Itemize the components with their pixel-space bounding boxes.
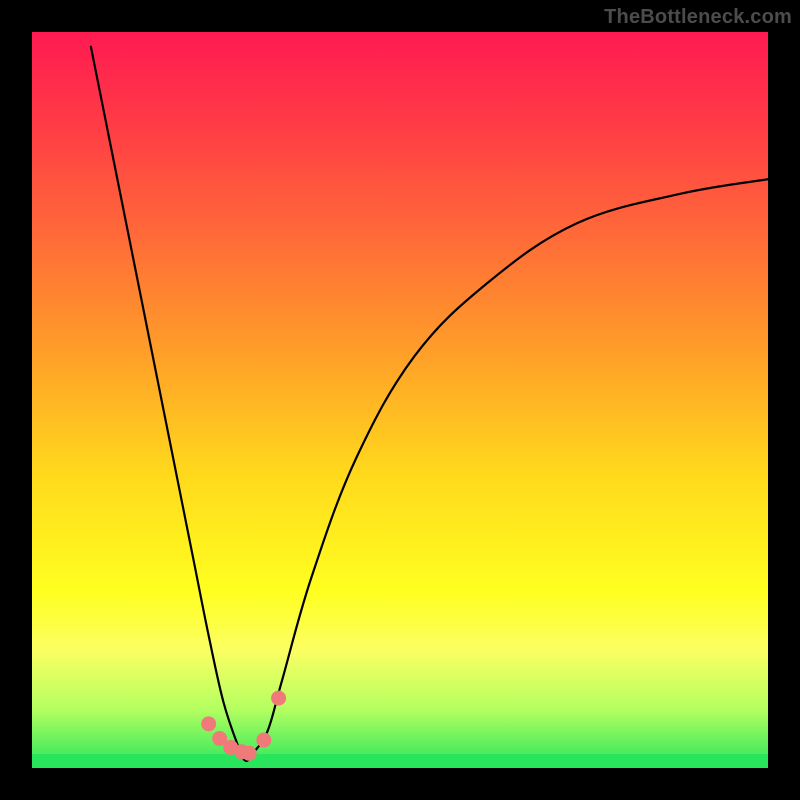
curve-layer <box>32 32 768 768</box>
highlight-dot <box>201 716 216 731</box>
bottleneck-curve <box>91 47 768 761</box>
plot-area <box>32 32 768 768</box>
highlight-dot <box>256 733 271 748</box>
watermark-text: TheBottleneck.com <box>604 6 792 29</box>
highlight-dot <box>223 740 238 755</box>
highlight-dot <box>212 731 227 746</box>
chart-frame: TheBottleneck.com <box>0 0 800 800</box>
baseline-band <box>32 754 768 768</box>
highlight-dots <box>201 691 286 761</box>
highlight-dot <box>271 691 286 706</box>
